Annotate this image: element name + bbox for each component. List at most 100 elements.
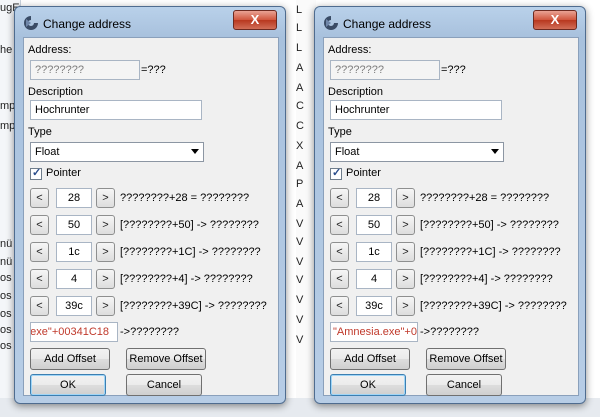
base-address-field[interactable]: "Amnesia.exe"+0 <box>330 322 418 342</box>
dialog-title: Change address <box>343 17 432 31</box>
image-separator <box>286 0 296 417</box>
offset-next-button[interactable]: > <box>396 296 415 316</box>
close-button[interactable]: X <box>533 10 577 30</box>
offset-prev-button[interactable]: < <box>30 296 49 316</box>
description-label: Description <box>328 86 384 98</box>
cheat-engine-icon <box>24 16 38 30</box>
ok-button[interactable]: OK <box>330 374 406 396</box>
ok-button[interactable]: OK <box>30 374 106 396</box>
offset-next-button[interactable]: > <box>96 188 115 208</box>
offset-field[interactable]: 50 <box>356 215 392 235</box>
check-icon: ✓ <box>32 167 42 179</box>
type-select-value: Float <box>35 146 60 158</box>
offset-next-button[interactable]: > <box>96 242 115 262</box>
offset-field[interactable]: 1c <box>356 242 392 262</box>
base-address-result: ->???????? <box>120 326 180 338</box>
add-offset-button[interactable]: Add Offset <box>30 348 110 370</box>
background-text: V <box>296 274 304 286</box>
remove-offset-button[interactable]: Remove Offset <box>426 348 506 370</box>
offset-field[interactable]: 39c <box>56 296 92 316</box>
offset-field[interactable]: 4 <box>56 269 92 289</box>
offset-prev-button[interactable]: < <box>330 188 349 208</box>
cancel-button[interactable]: Cancel <box>426 374 502 396</box>
offset-prev-button[interactable]: < <box>30 188 49 208</box>
background-text: V <box>296 218 304 230</box>
pointer-label: Pointer <box>346 167 381 179</box>
dialog-title: Change address <box>43 17 132 31</box>
offset-prev-button[interactable]: < <box>30 215 49 235</box>
add-offset-button[interactable]: Add Offset <box>330 348 410 370</box>
remove-offset-button[interactable]: Remove Offset <box>126 348 206 370</box>
type-label: Type <box>328 126 352 138</box>
offset-prev-button[interactable]: < <box>330 269 349 289</box>
pointer-label: Pointer <box>46 167 81 179</box>
dialog-body: Address: ???????? =??? Description Hochr… <box>23 37 279 396</box>
offset-expression: [????????+1C] -> ???????? <box>120 246 261 258</box>
background-text: A <box>296 198 304 210</box>
pointer-checkbox[interactable]: ✓ <box>330 167 342 180</box>
background-text: V <box>296 314 304 326</box>
pointer-checkbox[interactable]: ✓ <box>30 167 42 180</box>
address-label: Address: <box>328 44 372 56</box>
base-address-field[interactable]: a.exe"+00341C18 <box>30 322 118 342</box>
offset-field[interactable]: 50 <box>56 215 92 235</box>
offset-field[interactable]: 1c <box>56 242 92 262</box>
offset-expression: ????????+28 = ???????? <box>420 192 550 204</box>
offset-field[interactable]: 28 <box>56 188 92 208</box>
base-address-result: ->???????? <box>420 326 480 338</box>
offset-expression: [????????+50] -> ???????? <box>420 219 559 231</box>
background-text: V <box>296 334 304 346</box>
title-bar[interactable]: Change address X <box>15 7 285 39</box>
background-text: C <box>296 100 304 112</box>
background-text: C <box>296 120 304 132</box>
address-result: =??? <box>141 64 166 76</box>
background-text: L <box>296 42 303 54</box>
close-button[interactable]: X <box>233 10 277 30</box>
check-icon: ✓ <box>332 167 342 179</box>
dialog-body: Address: ???????? =??? Description Hochr… <box>323 37 579 396</box>
offset-expression: [????????+4] -> ???????? <box>420 273 553 285</box>
offset-expression: [????????+1C] -> ???????? <box>420 246 561 258</box>
type-select[interactable]: Float <box>30 142 204 162</box>
background-text: L <box>296 4 303 16</box>
offset-next-button[interactable]: > <box>96 296 115 316</box>
offset-prev-button[interactable]: < <box>30 242 49 262</box>
background-window-right: L L L A A C C X A P A V V V V V V V <box>296 0 316 417</box>
background-text: X <box>296 140 304 152</box>
type-select-value: Float <box>335 146 360 158</box>
address-field[interactable]: ???????? <box>30 60 140 80</box>
description-field[interactable]: Hochrunter <box>330 100 502 120</box>
base-address-value: "Amnesia.exe"+0 <box>333 326 417 338</box>
change-address-dialog-right: Change address X Address: ???????? =??? … <box>314 6 586 404</box>
offset-next-button[interactable]: > <box>396 242 415 262</box>
offset-prev-button[interactable]: < <box>330 296 349 316</box>
offset-next-button[interactable]: > <box>396 215 415 235</box>
address-result: =??? <box>441 64 466 76</box>
offset-field[interactable]: 39c <box>356 296 392 316</box>
title-bar[interactable]: Change address X <box>315 7 585 39</box>
offset-next-button[interactable]: > <box>96 215 115 235</box>
offset-expression: [????????+50] -> ???????? <box>120 219 259 231</box>
offset-next-button[interactable]: > <box>396 269 415 289</box>
offset-field[interactable]: 28 <box>356 188 392 208</box>
background-text: A <box>296 160 304 172</box>
description-field[interactable]: Hochrunter <box>30 100 202 120</box>
offset-expression: [????????+4] -> ???????? <box>120 273 253 285</box>
background-text: V <box>296 294 304 306</box>
change-address-dialog-left: Change address X Address: ???????? =??? … <box>14 6 286 404</box>
offset-expression: [????????+39C] -> ???????? <box>420 300 567 312</box>
background-text: L <box>296 22 303 34</box>
cancel-button[interactable]: Cancel <box>126 374 202 396</box>
background-text: A <box>296 62 304 74</box>
offset-field[interactable]: 4 <box>356 269 392 289</box>
offset-prev-button[interactable]: < <box>330 242 349 262</box>
offset-next-button[interactable]: > <box>396 188 415 208</box>
offset-next-button[interactable]: > <box>96 269 115 289</box>
base-address-value: a.exe"+00341C18 <box>30 326 110 338</box>
offset-prev-button[interactable]: < <box>30 269 49 289</box>
background-text: A <box>296 82 304 94</box>
address-field[interactable]: ???????? <box>330 60 440 80</box>
description-label: Description <box>28 86 84 98</box>
offset-prev-button[interactable]: < <box>330 215 349 235</box>
type-select[interactable]: Float <box>330 142 504 162</box>
